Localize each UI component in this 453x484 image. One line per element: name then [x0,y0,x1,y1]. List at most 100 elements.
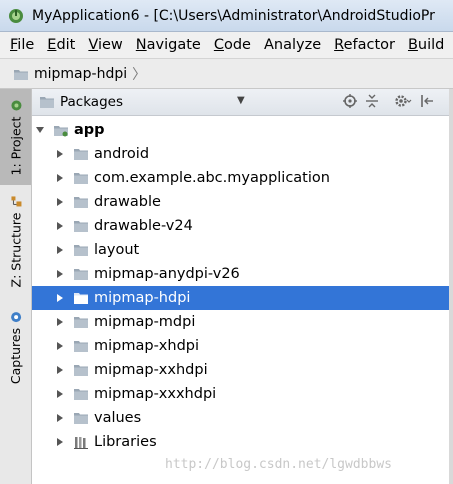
package-folder-icon [74,315,88,329]
breadcrumb: mipmap-hdpi 〉 [0,59,453,89]
tree-item[interactable]: drawable-v24 [32,214,453,238]
collapse-all-icon[interactable] [365,94,379,108]
package-folder-icon [74,411,88,425]
window-title-bar: MyApplication6 - [C:\Users\Administrator… [0,0,453,32]
collapsed-arrow-icon[interactable] [55,341,65,351]
tree-item-label: drawable-v24 [94,218,193,234]
menu-navigate[interactable]: Navigate [130,37,208,53]
tree-item-label: mipmap-xxxhdpi [94,386,217,402]
tree-item-label: mipmap-hdpi [94,290,191,306]
package-folder-icon [74,291,88,305]
menu-file[interactable]: File [4,37,41,53]
expanded-arrow-icon[interactable] [35,125,45,135]
tree-item-label: com.example.abc.myapplication [94,170,330,186]
menu-build-label: uild [417,37,445,53]
tree-item[interactable]: values [32,406,453,430]
tab-captures[interactable]: Captures [0,301,31,393]
collapsed-arrow-icon[interactable] [55,149,65,159]
view-selector[interactable]: Packages [60,94,123,110]
collapsed-arrow-icon[interactable] [55,413,65,423]
tree-item[interactable]: mipmap-anydpi-v26 [32,262,453,286]
captures-icon [10,310,22,322]
package-folder-icon [74,219,88,233]
tab-structure[interactable]: Z: Structure [0,189,31,293]
tab-structure-label: Z: Structure [8,212,23,287]
collapsed-arrow-icon[interactable] [55,437,65,447]
tree-item[interactable]: mipmap-xxhdpi [32,358,453,382]
menu-code-label: ode [223,37,251,53]
menu-edit[interactable]: Edit [41,37,82,53]
tree-item[interactable]: com.example.abc.myapplication [32,166,453,190]
tree-item[interactable]: mipmap-mdpi [32,310,453,334]
menu-view-mnemonic: V [88,37,98,53]
tree-item-label: Libraries [94,434,157,450]
package-folder-icon [74,171,88,185]
menu-bar: File Edit View Navigate Code Analyze Ref… [0,32,453,59]
menu-navigate-label: avigate [146,37,201,53]
package-folder-icon [74,243,88,257]
chevron-down-icon[interactable]: ▼ [237,95,245,106]
locate-icon[interactable] [343,94,357,108]
menu-build-mnemonic: B [407,37,418,53]
package-folder-icon [74,387,88,401]
menu-refactor-mnemonic: R [334,37,344,53]
menu-analyze-label: Analyze [263,37,322,53]
menu-edit-label: dit [56,37,76,53]
tree-item[interactable]: mipmap-hdpi [32,286,453,310]
scrollbar-edge [449,89,453,484]
tree-item-label: drawable [94,194,161,210]
menu-code[interactable]: Code [208,37,258,53]
tree-item-label: mipmap-xxhdpi [94,362,208,378]
settings-gear-icon[interactable] [394,94,412,108]
tool-window-strip: 1: Project Z: Structure Captures [0,89,32,484]
package-folder-icon [74,267,88,281]
collapsed-arrow-icon[interactable] [55,221,65,231]
tree-item-label: layout [94,242,140,258]
project-icon [10,99,22,111]
module-folder-icon [54,123,68,137]
package-folder-icon [74,363,88,377]
window-title: MyApplication6 - [C:\Users\Administrator… [32,7,435,24]
tree-item-label: mipmap-anydpi-v26 [94,266,240,282]
tree-item[interactable]: drawable [32,190,453,214]
tree-root-app[interactable]: app [32,118,453,142]
collapsed-arrow-icon[interactable] [55,269,65,279]
tree-item-label: values [94,410,142,426]
structure-icon [10,195,22,207]
tab-project[interactable]: 1: Project [0,89,31,185]
package-folder-icon [74,339,88,353]
project-panel-header: Packages ▼ [32,89,453,116]
collapsed-arrow-icon[interactable] [55,173,65,183]
menu-analyze[interactable]: Analyze [258,37,328,53]
menu-refactor[interactable]: Refactor [328,37,402,53]
package-folder-icon [74,195,88,209]
breadcrumb-chevron-icon: 〉 [132,66,147,83]
menu-refactor-label: efactor [343,37,395,53]
tab-project-label: 1: Project [8,116,23,175]
tree-item[interactable]: layout [32,238,453,262]
menu-view[interactable]: View [82,37,129,53]
tree-root-label: app [74,122,105,138]
collapsed-arrow-icon[interactable] [55,197,65,207]
libraries-icon [74,435,88,449]
project-tree: app android com.example.abc.myapplication… [32,116,453,484]
collapsed-arrow-icon[interactable] [55,389,65,399]
packages-view-icon [40,96,54,108]
menu-navigate-mnemonic: N [135,37,147,53]
watermark-text: http://blog.csdn.net/lgwdbbws [165,457,392,472]
hide-panel-icon[interactable] [420,94,434,108]
tree-item[interactable]: Libraries [32,430,453,454]
collapsed-arrow-icon[interactable] [55,317,65,327]
android-studio-icon [8,8,24,24]
tree-item[interactable]: mipmap-xhdpi [32,334,453,358]
tree-item[interactable]: mipmap-xxxhdpi [32,382,453,406]
breadcrumb-item-mipmap-hdpi[interactable]: mipmap-hdpi [34,66,127,82]
tree-item-label: mipmap-mdpi [94,314,196,330]
collapsed-arrow-icon[interactable] [55,365,65,375]
menu-build[interactable]: Build [402,37,451,53]
tab-captures-label: Captures [8,327,23,384]
collapsed-arrow-icon[interactable] [55,293,65,303]
tree-item-label: android [94,146,150,162]
tree-item[interactable]: android [32,142,453,166]
collapsed-arrow-icon[interactable] [55,245,65,255]
